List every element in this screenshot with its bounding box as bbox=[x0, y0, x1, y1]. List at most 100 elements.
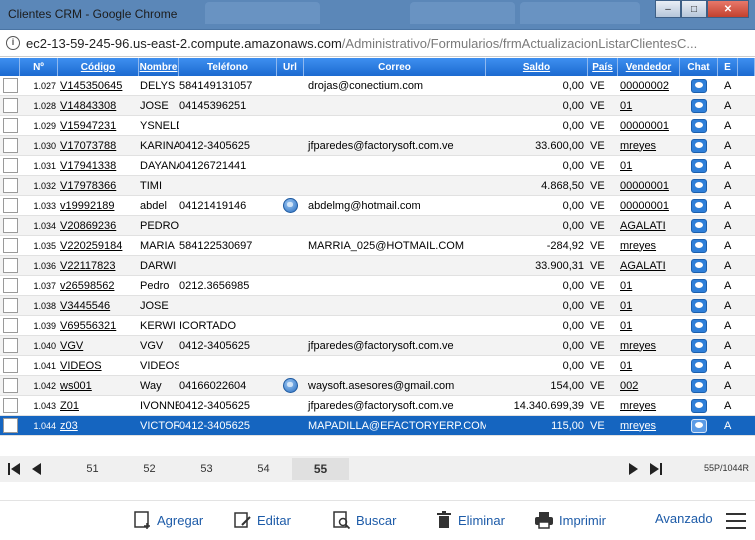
chat-icon[interactable] bbox=[691, 78, 707, 93]
table-row[interactable]: 1.030 V17073788 KARINA 0412-3405625 jfparede… bbox=[0, 136, 755, 156]
page-link[interactable]: 55 bbox=[292, 458, 349, 480]
row-checkbox[interactable] bbox=[0, 96, 20, 115]
edit-button[interactable]: Editar bbox=[234, 511, 291, 529]
chat-icon[interactable] bbox=[691, 138, 707, 153]
background-tab[interactable] bbox=[520, 2, 640, 24]
header-codigo[interactable]: Código bbox=[58, 58, 139, 76]
table-row[interactable]: 1.039 V69556321 KERWI ICORTADO 0,00 VE 01 A bbox=[0, 316, 755, 336]
row-checkbox[interactable] bbox=[0, 376, 20, 395]
page-link[interactable]: 51 bbox=[64, 458, 121, 480]
background-tab[interactable] bbox=[205, 2, 320, 24]
table-row[interactable]: 1.038 V3445546 JOSE 0,00 VE 01 A bbox=[0, 296, 755, 316]
client-code-link[interactable]: VIDEOS bbox=[58, 356, 139, 375]
client-code-link[interactable]: V145350645 bbox=[58, 76, 139, 95]
print-button[interactable]: Imprimir bbox=[534, 511, 606, 529]
row-checkbox[interactable] bbox=[0, 156, 20, 175]
table-row[interactable]: 1.040 VGV VGV 0412-3405625 jfparedes@factory… bbox=[0, 336, 755, 356]
client-code-link[interactable]: V69556321 bbox=[58, 316, 139, 335]
page-link[interactable]: 52 bbox=[121, 458, 178, 480]
address-bar[interactable]: i ec2-13-59-245-96.us-east-2.compute.ama… bbox=[0, 30, 755, 57]
seller-link[interactable]: 01 bbox=[618, 276, 680, 295]
table-row[interactable]: 1.036 V22117823 DARWI 33.900,31 VE AGALATI A bbox=[0, 256, 755, 276]
row-checkbox[interactable] bbox=[0, 316, 20, 335]
row-checkbox[interactable] bbox=[0, 76, 20, 95]
chat-icon[interactable] bbox=[691, 118, 707, 133]
table-row[interactable]: 1.032 V17978366 TIMI 4.868,50 VE 00000001 A bbox=[0, 176, 755, 196]
globe-icon[interactable] bbox=[283, 378, 298, 393]
row-checkbox[interactable] bbox=[0, 336, 20, 355]
header-pais[interactable]: País bbox=[588, 58, 618, 76]
chat-icon[interactable] bbox=[691, 418, 707, 433]
close-button[interactable]: ✕ bbox=[707, 0, 749, 18]
chat-icon[interactable] bbox=[691, 218, 707, 233]
client-code-link[interactable]: ws001 bbox=[58, 376, 139, 395]
table-row[interactable]: 1.035 V220259184 MARIA 584122530697 MARRIA_0… bbox=[0, 236, 755, 256]
client-code-link[interactable]: v26598562 bbox=[58, 276, 139, 295]
client-code-link[interactable]: Z01 bbox=[58, 396, 139, 415]
last-page-icon[interactable] bbox=[648, 461, 664, 477]
menu-icon[interactable] bbox=[726, 513, 746, 534]
client-code-link[interactable]: V3445546 bbox=[58, 296, 139, 315]
prev-page-icon[interactable] bbox=[28, 461, 44, 477]
chat-icon[interactable] bbox=[691, 318, 707, 333]
first-page-icon[interactable] bbox=[6, 461, 22, 477]
seller-link[interactable]: AGALATI bbox=[618, 216, 680, 235]
client-code-link[interactable]: V17978366 bbox=[58, 176, 139, 195]
seller-link[interactable]: 002 bbox=[618, 376, 680, 395]
seller-link[interactable]: mreyes bbox=[618, 236, 680, 255]
table-row[interactable]: 1.037 v26598562 Pedro 0212.3656985 0,00 VE 01 A bbox=[0, 276, 755, 296]
seller-link[interactable]: 01 bbox=[618, 156, 680, 175]
seller-link[interactable]: mreyes bbox=[618, 416, 680, 435]
seller-link[interactable]: mreyes bbox=[618, 396, 680, 415]
seller-link[interactable]: 01 bbox=[618, 296, 680, 315]
page-link[interactable]: 53 bbox=[178, 458, 235, 480]
chat-icon[interactable] bbox=[691, 158, 707, 173]
client-code-link[interactable]: V14843308 bbox=[58, 96, 139, 115]
table-row[interactable]: 1.031V17941338DAYANA04126721441 0,00 VE 01 A bbox=[0, 156, 755, 176]
row-checkbox[interactable] bbox=[0, 296, 20, 315]
seller-link[interactable]: mreyes bbox=[618, 336, 680, 355]
globe-icon[interactable] bbox=[283, 198, 298, 213]
seller-link[interactable]: 00000001 bbox=[618, 116, 680, 135]
client-code-link[interactable]: z03 bbox=[58, 416, 139, 435]
row-checkbox[interactable] bbox=[0, 236, 20, 255]
seller-link[interactable]: 00000001 bbox=[618, 196, 680, 215]
client-code-link[interactable]: V15947231 bbox=[58, 116, 139, 135]
client-code-link[interactable]: VGV bbox=[58, 336, 139, 355]
table-row[interactable]: 1.029V15947231YSNELD 0,00 VE 00000001 A bbox=[0, 116, 755, 136]
table-row[interactable]: 1.033 v19992189 abdel 04121419146 abdelmg@ho… bbox=[0, 196, 755, 216]
next-page-icon[interactable] bbox=[626, 461, 642, 477]
client-code-link[interactable]: V17073788 bbox=[58, 136, 139, 155]
client-code-link[interactable]: v19992189 bbox=[58, 196, 139, 215]
chat-icon[interactable] bbox=[691, 338, 707, 353]
page-link[interactable]: 54 bbox=[235, 458, 292, 480]
seller-link[interactable]: AGALATI bbox=[618, 256, 680, 275]
table-row[interactable]: 1.042 ws001 Way 04166022604 waysoft.asesores… bbox=[0, 376, 755, 396]
row-checkbox[interactable] bbox=[0, 276, 20, 295]
chat-icon[interactable] bbox=[691, 378, 707, 393]
row-checkbox[interactable] bbox=[0, 116, 20, 135]
chat-icon[interactable] bbox=[691, 178, 707, 193]
client-code-link[interactable]: V22117823 bbox=[58, 256, 139, 275]
chat-icon[interactable] bbox=[691, 398, 707, 413]
chat-icon[interactable] bbox=[691, 298, 707, 313]
maximize-button[interactable]: □ bbox=[681, 0, 707, 18]
chat-icon[interactable] bbox=[691, 198, 707, 213]
client-code-link[interactable]: V17941338 bbox=[58, 156, 139, 175]
header-saldo[interactable]: Saldo bbox=[486, 58, 588, 76]
table-row[interactable]: 1.028 V14843308 JOSE 04145396251 0,00 VE 01 A bbox=[0, 96, 755, 116]
client-code-link[interactable]: V220259184 bbox=[58, 236, 139, 255]
chat-icon[interactable] bbox=[691, 358, 707, 373]
add-button[interactable]: Agregar bbox=[134, 511, 203, 529]
seller-link[interactable]: 01 bbox=[618, 96, 680, 115]
table-row[interactable]: 1.044 z03 VICTOR 0412-3405625 MAPADILLA@EFAC… bbox=[0, 416, 755, 436]
search-button[interactable]: Buscar bbox=[333, 511, 396, 529]
chat-icon[interactable] bbox=[691, 258, 707, 273]
row-checkbox[interactable] bbox=[0, 396, 20, 415]
header-nombre[interactable]: Nombre bbox=[139, 58, 179, 76]
row-checkbox[interactable] bbox=[0, 356, 20, 375]
row-checkbox[interactable] bbox=[0, 416, 20, 435]
info-icon[interactable]: i bbox=[6, 36, 20, 50]
client-code-link[interactable]: V20869236 bbox=[58, 216, 139, 235]
table-row[interactable]: 1.034 V20869236 PEDRO 0,00 VE AGALATI A bbox=[0, 216, 755, 236]
